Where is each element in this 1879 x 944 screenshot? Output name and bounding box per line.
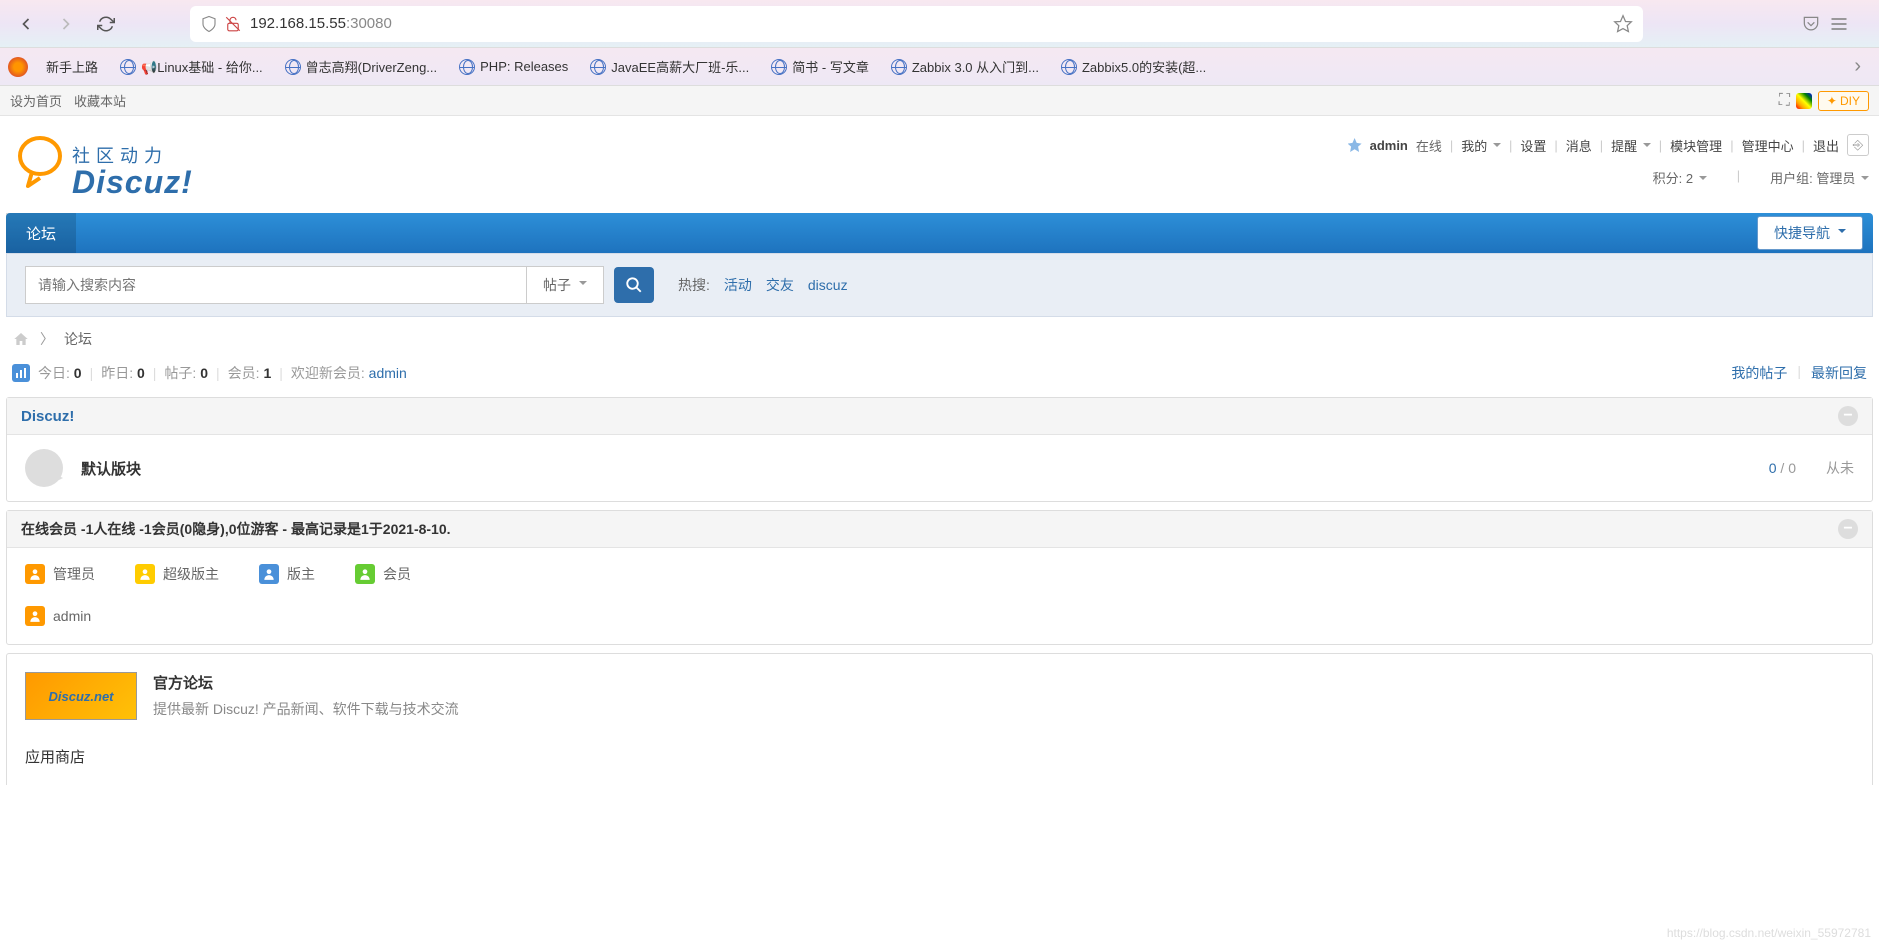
site-header: 社区动力 Discuz! admin 在线| 我的 | 设置| 消息| 提醒 |… [0,116,1879,213]
user-info-row: 积分: 2 | 用户组: 管理员 [1348,168,1869,187]
search-button[interactable] [614,267,654,303]
speech-bubble-icon [25,449,63,487]
online-members-section: 在线会员 - 1 人在线 - 1 会员(0 隐身), 0 位游客 - 最高记录是… [6,510,1873,645]
mod-badge-icon [259,564,279,584]
menu-icon[interactable] [1829,14,1849,34]
hot-search-link[interactable]: discuz [808,277,848,293]
search-input[interactable] [26,267,526,303]
diy-button[interactable]: ✦ DIY [1818,91,1869,111]
bookmark-item[interactable]: 曾志高翔(DriverZeng... [277,53,445,80]
insecure-lock-icon [224,15,242,33]
bookmark-item[interactable]: 新手上路 [38,53,106,80]
back-button[interactable] [10,8,42,40]
modules-link[interactable]: 模块管理 [1670,136,1722,155]
address-bar[interactable]: 192.168.15.55:30080 [190,6,1643,42]
favorite-link[interactable]: 收藏本站 [74,91,126,110]
breadcrumb-forum[interactable]: 论坛 [64,329,92,349]
star-icon[interactable] [1613,14,1633,34]
reload-button[interactable] [90,8,122,40]
bookmark-item[interactable]: Zabbix 3.0 从入门到... [883,53,1047,80]
globe-icon [1061,59,1077,75]
collapse-icon[interactable]: − [1838,406,1858,426]
firefox-icon [8,57,28,77]
username-link[interactable]: admin [1370,138,1408,153]
bookmarks-overflow-icon[interactable]: › [1854,55,1861,78]
set-home-link[interactable]: 设为首页 [10,91,62,110]
site-topbar: 设为首页 收藏本站 ⛶ ✦ DIY [0,86,1879,116]
nav-tab-forum[interactable]: 论坛 [6,213,76,253]
discuz-banner[interactable]: Discuz.net [25,672,137,720]
admin-badge-icon [25,564,45,584]
bookmark-item[interactable]: JavaEE高薪大厂班-乐... [582,53,757,80]
browser-toolbar: 192.168.15.55:30080 [0,0,1879,48]
breadcrumb: 〉 论坛 [0,317,1879,357]
hot-search-label: 热搜: [678,275,710,295]
bookmark-item[interactable]: Zabbix5.0的安装(超... [1053,53,1214,80]
bookmark-item[interactable]: 📢Linux基础 - 给你... [112,53,271,80]
online-status: 在线 [1416,136,1442,155]
home-icon[interactable] [12,331,30,347]
admin-badge-icon [25,606,45,626]
hot-search-link[interactable]: 活动 [724,275,752,295]
pocket-icon[interactable] [1801,14,1821,34]
forum-stats-row: 今日: 0| 昨日: 0| 帖子: 0| 会员: 1| 欢迎新会员: admin… [0,357,1879,389]
hot-search-link[interactable]: 交友 [766,275,794,295]
main-nav: 论坛 快捷导航 [6,213,1873,253]
legend-row: 管理员 超级版主 版主 会员 [7,548,1872,600]
user-icon [1348,138,1362,152]
logout-link[interactable]: 退出 [1813,136,1839,155]
supermod-badge-icon [135,564,155,584]
logo-brand: Discuz! [72,164,193,201]
newest-member-link[interactable]: admin [369,365,407,381]
watermark: https://blog.csdn.net/weixin_55972781 [1667,926,1871,940]
search-bar: 帖子 热搜: 活动 交友 discuz [6,253,1873,317]
url-text: 192.168.15.55:30080 [250,15,1613,32]
search-type-dropdown[interactable]: 帖子 [526,267,603,303]
globe-icon [891,59,907,75]
forum-name: 默认版块 [81,458,141,479]
category-header[interactable]: Discuz! − [7,398,1872,435]
online-user-link[interactable]: admin [53,608,91,624]
breadcrumb-separator: 〉 [40,329,54,349]
forward-button[interactable] [50,8,82,40]
forum-row[interactable]: 默认版块 0 / 0 从未 [7,435,1872,501]
globe-icon [120,59,136,75]
shield-icon [200,15,218,33]
app-store-link[interactable]: 应用商店 [7,738,1872,785]
chart-icon[interactable] [12,364,30,382]
globe-icon [771,59,787,75]
last-post: 从未 [1826,458,1854,478]
admin-center-link[interactable]: 管理中心 [1742,136,1794,155]
my-posts-link[interactable]: 我的帖子 [1731,363,1787,383]
globe-icon [285,59,301,75]
bookmark-item[interactable]: 简书 - 写文章 [763,53,877,80]
quick-nav-button[interactable]: 快捷导航 [1757,216,1863,250]
official-section: Discuz.net 官方论坛 提供最新 Discuz! 产品新闻、软件下载与技… [6,653,1873,785]
user-menu: admin 在线| 我的 | 设置| 消息| 提醒 | 模块管理| 管理中心| … [1348,134,1869,156]
collapse-icon[interactable]: − [1838,519,1858,539]
official-title[interactable]: 官方论坛 [153,672,459,693]
messages-link[interactable]: 消息 [1566,136,1592,155]
member-badge-icon [355,564,375,584]
theme-icon[interactable] [1796,93,1812,109]
logo[interactable]: 社区动力 Discuz! [10,134,193,201]
globe-icon [590,59,606,75]
globe-icon [459,59,475,75]
bookmarks-bar: 新手上路 📢Linux基础 - 给你... 曾志高翔(DriverZeng...… [0,48,1879,86]
rss-icon[interactable]: ⎆ [1847,134,1869,156]
settings-link[interactable]: 设置 [1520,136,1546,155]
official-desc: 提供最新 Discuz! 产品新闻、软件下载与技术交流 [153,699,459,719]
reminders-dropdown[interactable]: 提醒 [1611,136,1651,155]
fullscreen-icon[interactable]: ⛶ [1779,92,1790,110]
online-user-row: admin [7,600,1872,644]
online-header: 在线会员 - 1 人在线 - 1 会员(0 隐身), 0 位游客 - 最高记录是… [7,511,1872,548]
latest-reply-link[interactable]: 最新回复 [1811,363,1867,383]
forum-category: Discuz! − 默认版块 0 / 0 从未 [6,397,1873,502]
bookmark-item[interactable]: PHP: Releases [451,55,576,79]
my-dropdown[interactable]: 我的 [1461,136,1501,155]
